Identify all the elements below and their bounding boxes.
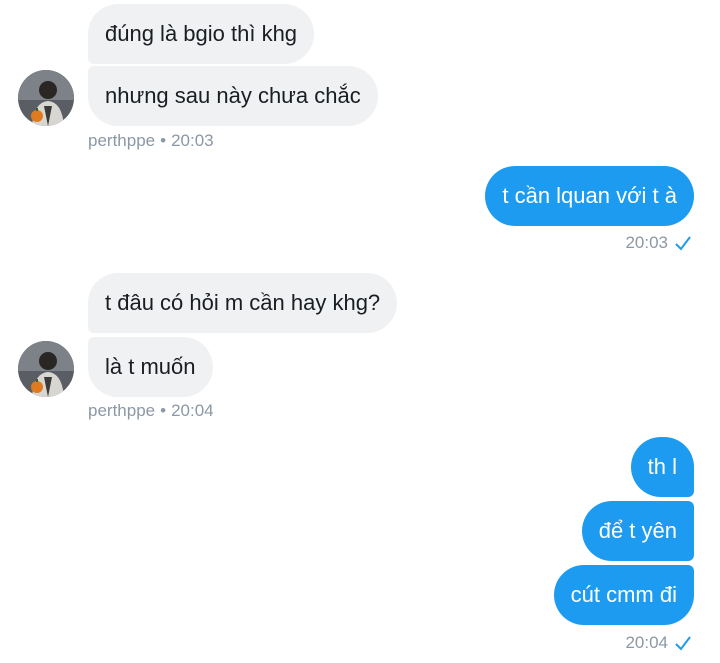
received-message[interactable]: đúng là bgio thì khg: [88, 4, 315, 64]
message-time: 20:04: [625, 633, 668, 652]
message-meta: 20:03: [625, 233, 692, 253]
separator-dot: •: [160, 131, 167, 150]
message-time: 20:04: [171, 401, 214, 420]
received-message[interactable]: là t muốn: [88, 337, 213, 397]
sent-message[interactable]: cút cmm đi: [553, 565, 694, 625]
message-meta: perthppe • 20:03: [88, 131, 214, 151]
check-icon: [675, 236, 691, 251]
check-icon: [675, 636, 691, 651]
avatar[interactable]: [18, 70, 74, 126]
received-message[interactable]: t đâu có hỏi m cần hay khg?: [88, 273, 398, 333]
message-meta: 20:04: [625, 633, 692, 653]
sender-username: perthppe: [88, 131, 156, 150]
message-time: 20:03: [625, 233, 668, 252]
received-message[interactable]: nhưng sau này chưa chắc: [88, 66, 378, 126]
sent-message[interactable]: t cần lquan với t à: [485, 166, 694, 226]
separator-dot: •: [160, 401, 167, 420]
message-time: 20:03: [171, 131, 214, 150]
sent-message[interactable]: th l: [630, 437, 694, 497]
person-with-pumpkin-avatar: [18, 70, 74, 126]
message-meta: perthppe • 20:04: [88, 401, 214, 421]
sender-username: perthppe: [88, 401, 156, 420]
avatar[interactable]: [18, 341, 74, 397]
person-with-pumpkin-avatar: [18, 341, 74, 397]
sent-message[interactable]: để t yên: [581, 501, 694, 561]
